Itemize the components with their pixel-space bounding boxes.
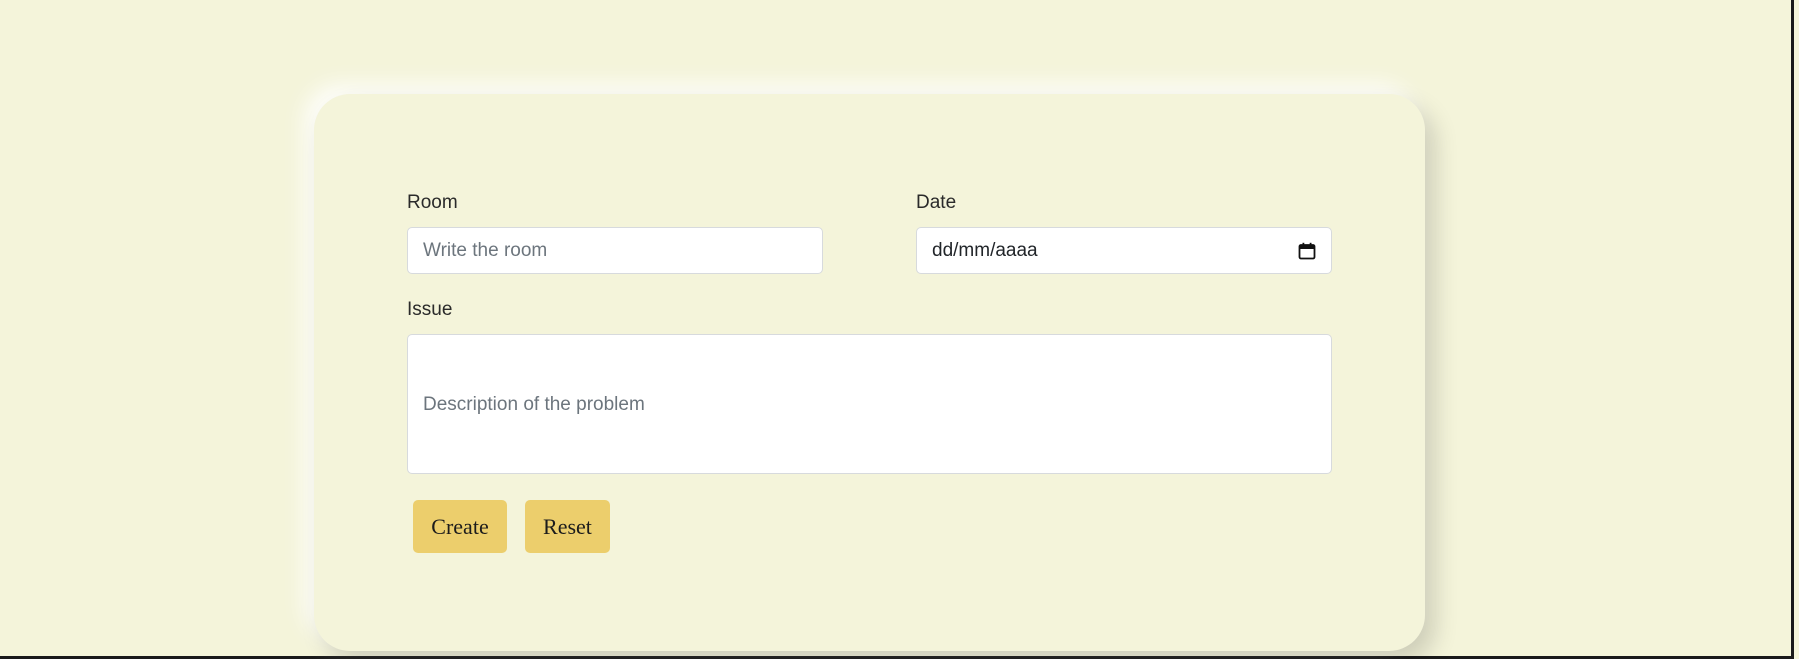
issue-label: Issue (407, 299, 453, 320)
date-label: Date (916, 192, 957, 213)
room-input[interactable] (407, 227, 823, 274)
room-label: Room (407, 192, 458, 213)
issue-textarea[interactable] (407, 334, 1332, 474)
reset-button[interactable]: Reset (525, 500, 610, 553)
window-right-edge (1791, 0, 1794, 659)
create-button[interactable]: Create (413, 500, 507, 553)
date-format-placeholder: dd/mm/aaaa (932, 239, 1038, 261)
date-input[interactable]: dd/mm/aaaa (916, 227, 1332, 274)
issue-form-card: Room Date dd/mm/aaaa Issue Create Reset (314, 94, 1425, 651)
calendar-icon[interactable] (1298, 242, 1316, 260)
